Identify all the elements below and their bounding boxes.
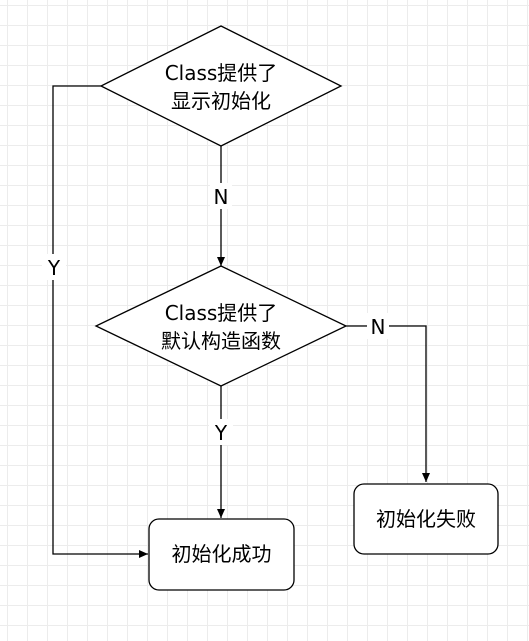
edge-label-n-1: N <box>214 185 229 209</box>
decision-diamond <box>94 265 348 387</box>
diagram-canvas: N Y Y N Class提供了 显示初始化 Class提供了 默认构造函数 初… <box>0 0 529 641</box>
edge-label-y-1: Y <box>47 256 61 280</box>
init-failure-node: 初始化失败 <box>353 483 499 555</box>
decision-init-node: Class提供了 显示初始化 <box>99 25 343 147</box>
decision-ctor-line-2: 默认构造函数 <box>161 329 281 353</box>
flowchart: N Y Y N Class提供了 显示初始化 Class提供了 默认构造函数 初… <box>42 25 499 591</box>
decision-init-line-1: Class提供了 <box>165 61 278 85</box>
init-success-node: 初始化成功 <box>148 518 295 591</box>
init-success-label: 初始化成功 <box>172 542 272 566</box>
decision-diamond <box>99 25 343 147</box>
edge-ctor-to-failure <box>346 325 430 482</box>
init-failure-label: 初始化失败 <box>376 507 476 531</box>
edge-label-n-2: N <box>371 315 386 339</box>
edge-label-y-2: Y <box>214 421 228 445</box>
decision-init-line-2: 显示初始化 <box>171 89 271 113</box>
decision-ctor-node: Class提供了 默认构造函数 <box>94 265 348 387</box>
decision-ctor-line-1: Class提供了 <box>165 301 278 325</box>
